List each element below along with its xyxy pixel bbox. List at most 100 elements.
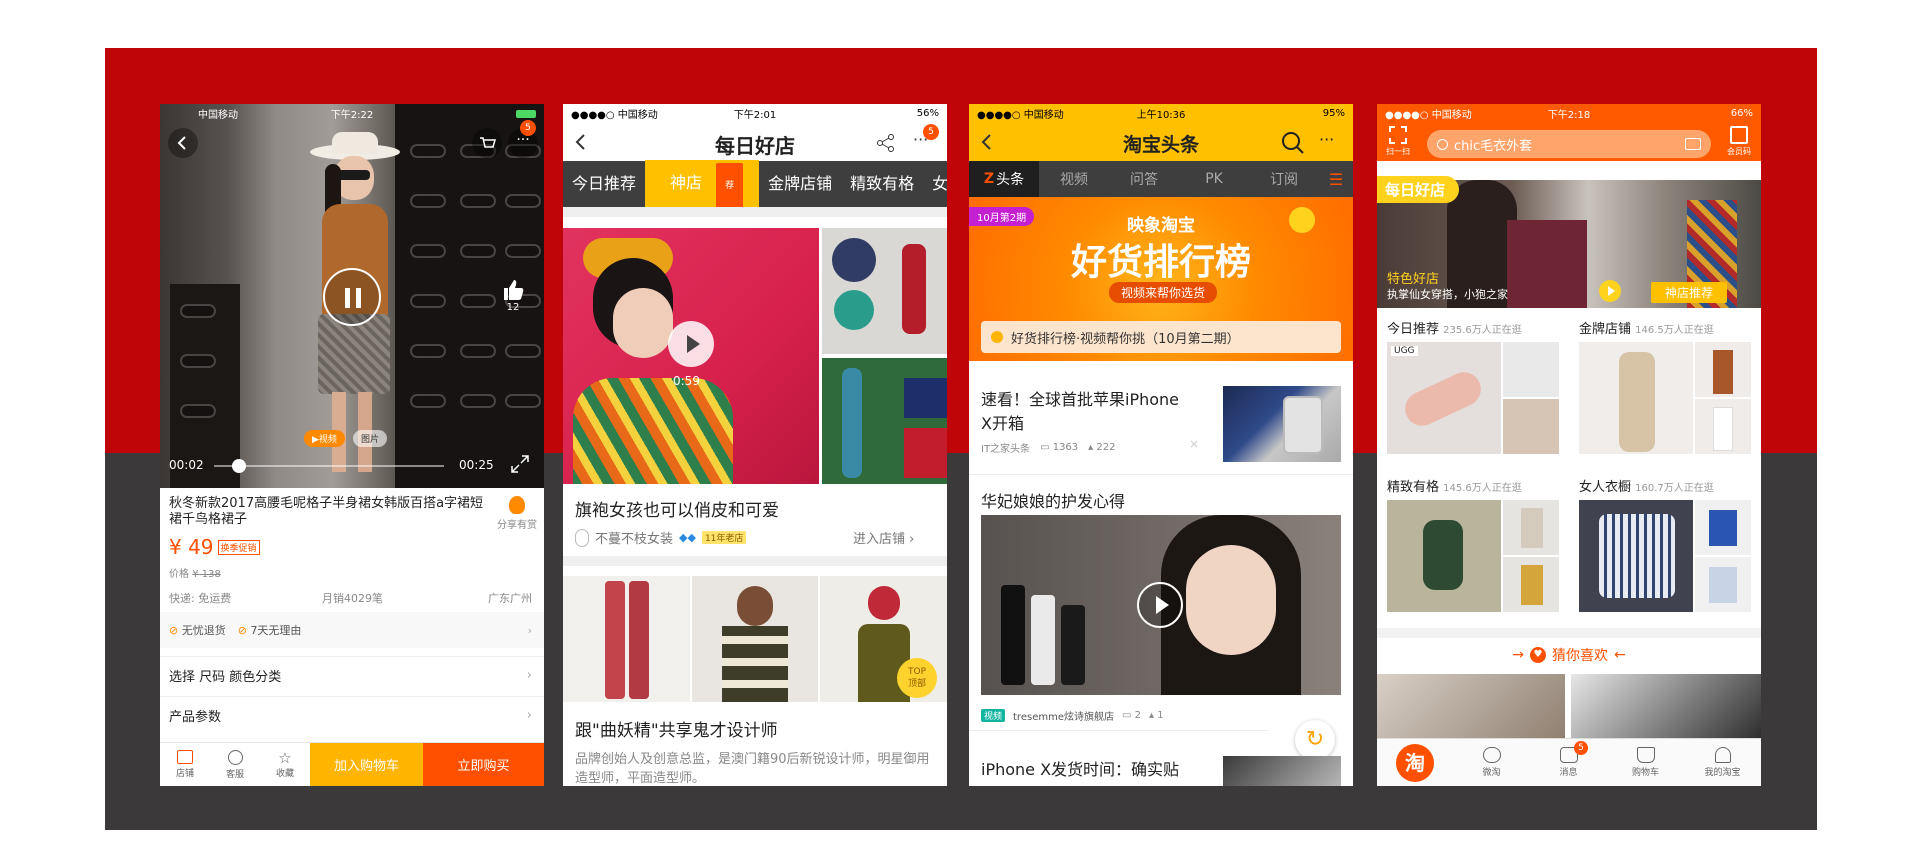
category-today[interactable]: 今日推荐 235.6万人正在逛 UGG bbox=[1387, 318, 1563, 454]
tab-qa[interactable]: 问答 bbox=[1109, 169, 1179, 189]
service-guarantees[interactable]: ⊘ 无忧退货 ⊘ 7天无理由 › bbox=[160, 612, 544, 648]
tab-refined[interactable]: 精致有格 bbox=[841, 161, 923, 207]
ranking-banner[interactable]: 10月第2期 映象淘宝 好货排行榜 视频来帮你选货 好货排行榜·视频帮你挑（10… bbox=[969, 197, 1353, 361]
share-icon[interactable] bbox=[875, 132, 897, 154]
refresh-button[interactable]: ↻ bbox=[1295, 720, 1335, 760]
banner-caption-bar: 好货排行榜·视频帮你挑（10月第二期） bbox=[981, 321, 1341, 353]
tab-messages[interactable]: 消息 5 bbox=[1530, 741, 1607, 778]
article1-title[interactable]: 速看！全球首批苹果iPhone X开箱 bbox=[981, 388, 1191, 436]
monthly-sales: 月销4029笔 bbox=[322, 592, 383, 605]
article2-title[interactable]: 华妃娘娘的护发心得 bbox=[981, 488, 1125, 512]
tab-my-taobao[interactable]: 我的淘宝 bbox=[1684, 747, 1761, 778]
like-count: 12 bbox=[506, 302, 520, 313]
play-icon[interactable] bbox=[1599, 280, 1621, 302]
video-progress-track[interactable] bbox=[214, 465, 444, 467]
add-to-cart-button[interactable]: 加入购物车 bbox=[310, 742, 423, 786]
shop-avatar bbox=[575, 528, 589, 547]
shop-age-tag: 11年老店 bbox=[701, 531, 747, 544]
comment-count: ▭ 1363 bbox=[1040, 442, 1079, 453]
fullscreen-icon[interactable] bbox=[510, 454, 530, 474]
tab-headlines[interactable]: Z 头条 bbox=[969, 161, 1039, 197]
post1-title: 旗袍女孩也可以俏皮和可爱 bbox=[575, 501, 779, 521]
article1-thumbnail[interactable] bbox=[1223, 386, 1341, 462]
menu-icon[interactable]: ☰ bbox=[1319, 170, 1353, 189]
guess-item-1[interactable] bbox=[1377, 674, 1565, 744]
ship-location: 广东广州 bbox=[488, 592, 532, 605]
back-button[interactable] bbox=[168, 128, 198, 158]
favorite-button[interactable]: ☆ 收藏 bbox=[260, 750, 310, 779]
bottom-action-bar: 店铺 客服 ☆ 收藏 加入购物车 立即购买 bbox=[160, 742, 544, 786]
close-icon[interactable]: × bbox=[1189, 437, 1199, 451]
taobao-home-screen: ●●●●○ 中国移动 下午2:18 66% 扫一扫 chic毛衣外套 会员码 每… bbox=[1377, 104, 1761, 786]
option-select-row[interactable]: 选择 尺码 颜色分类 › bbox=[160, 656, 544, 694]
pause-button[interactable] bbox=[323, 268, 381, 326]
video-tab[interactable]: ▶视频 bbox=[304, 430, 345, 447]
video-progress-handle[interactable] bbox=[232, 459, 246, 473]
tab-video[interactable]: 视频 bbox=[1039, 169, 1109, 189]
banner-tag: 每日好店 bbox=[1377, 176, 1460, 203]
category-women[interactable]: 女人衣橱 160.7万人正在逛 bbox=[1579, 476, 1755, 612]
tab-weitao[interactable]: 微淘 bbox=[1453, 747, 1530, 778]
comment-icon: ▭ bbox=[1040, 442, 1050, 453]
star-icon: ☆ bbox=[278, 749, 292, 767]
share-button[interactable]: 分享有赏 bbox=[490, 496, 544, 531]
search-icon[interactable] bbox=[1281, 131, 1305, 155]
status-bar: 中国移动 下午2:22 bbox=[160, 104, 544, 123]
like-count: ▴ 222 bbox=[1088, 442, 1116, 453]
tab-home[interactable]: 淘 bbox=[1377, 743, 1453, 782]
shop-recommend-button[interactable]: 神店推荐 bbox=[1651, 282, 1728, 303]
tab-today[interactable]: 今日推荐 bbox=[563, 161, 645, 207]
search-input[interactable]: chic毛衣外套 bbox=[1454, 135, 1532, 154]
service-button[interactable]: 客服 bbox=[210, 749, 260, 780]
chevron-right-icon: › bbox=[527, 623, 532, 637]
more-icon[interactable]: ··· bbox=[1319, 130, 1334, 149]
tab-pk[interactable]: PK bbox=[1179, 171, 1249, 187]
category-gold[interactable]: 金牌店铺 146.5万人正在逛 bbox=[1579, 318, 1755, 454]
banner-shop-name: 特色好店 bbox=[1387, 272, 1440, 287]
guess-item-2[interactable] bbox=[1571, 674, 1761, 744]
scan-button[interactable]: 扫一扫 bbox=[1383, 126, 1413, 157]
post2-description: 品牌创始人及创意总监，是澳门籍90后新锐设计师，明星御用造型师，平面造型师。 bbox=[575, 752, 930, 786]
category-refined[interactable]: 精致有格 145.6万人正在逛 bbox=[1387, 476, 1563, 612]
original-price: 价格 ¥ 138 bbox=[169, 569, 221, 580]
post2-image-2[interactable] bbox=[692, 576, 818, 702]
image-tab[interactable]: 图片 bbox=[352, 430, 387, 447]
shop-icon bbox=[177, 750, 193, 764]
chat-icon bbox=[227, 749, 243, 765]
post2-image-1[interactable] bbox=[563, 576, 690, 702]
play-button[interactable] bbox=[668, 321, 714, 367]
status-bar: ●●●●○ 中国移动 下午2:01 56% bbox=[571, 108, 939, 121]
enter-shop-link[interactable]: 进入店铺 › bbox=[853, 528, 914, 547]
shop-button[interactable]: 店铺 bbox=[160, 750, 210, 779]
cart-icon[interactable] bbox=[472, 128, 502, 158]
check-icon: ⊘ bbox=[237, 624, 247, 637]
back-to-top-button[interactable]: TOP 顶部 bbox=[897, 658, 937, 698]
tab-subscribe[interactable]: 订阅 bbox=[1249, 169, 1319, 189]
chevron-right-icon: › bbox=[526, 708, 532, 723]
play-button[interactable] bbox=[1137, 582, 1183, 628]
tab-gold-shop[interactable]: 金牌店铺 bbox=[759, 161, 841, 207]
tab-god-shop[interactable]: 神店 荐 bbox=[645, 159, 760, 209]
post1-thumb-2[interactable] bbox=[822, 358, 947, 484]
product-video[interactable]: ··· 5 12 ▶视频 图片 00:02 00:25 bbox=[160, 104, 544, 488]
article3-thumbnail[interactable] bbox=[1223, 756, 1341, 786]
member-code-button[interactable]: 会员码 bbox=[1721, 126, 1757, 157]
heart-icon: ♥ bbox=[1530, 647, 1546, 663]
buy-now-button[interactable]: 立即购买 bbox=[423, 742, 544, 786]
video-duration: 0:59 bbox=[673, 374, 700, 388]
camera-icon[interactable] bbox=[1685, 138, 1701, 150]
bottom-tab-bar: 淘 微淘 消息 5 购物车 我的淘宝 bbox=[1377, 738, 1761, 786]
search-bar[interactable]: chic毛衣外套 bbox=[1427, 130, 1711, 158]
category-tabs: 今日推荐 神店 荐 金牌店铺 精致有格 女人 bbox=[563, 159, 947, 209]
scan-icon bbox=[1389, 126, 1407, 144]
product-params-row[interactable]: 产品参数 › bbox=[160, 696, 544, 734]
tab-cart[interactable]: 购物车 bbox=[1607, 747, 1684, 778]
thumb-up-icon: ▴ bbox=[1088, 442, 1094, 453]
article3-title[interactable]: iPhone X发货时间：确实贴 bbox=[981, 756, 1179, 780]
presentation-canvas: ··· 5 12 ▶视频 图片 00:02 00:25 中国移动 下午2:22 bbox=[105, 48, 1817, 830]
status-bar: ●●●●○ 中国移动 下午2:18 66% bbox=[1385, 108, 1753, 121]
post1-thumb-1[interactable] bbox=[822, 228, 947, 354]
taobao-headlines-screen: ●●●●○ 中国移动 上午10:36 95% 淘宝头条 ··· Z 头条 视频 问… bbox=[969, 104, 1353, 786]
like-button[interactable]: 12 bbox=[496, 276, 530, 313]
tab-women[interactable]: 女人 bbox=[923, 161, 947, 207]
